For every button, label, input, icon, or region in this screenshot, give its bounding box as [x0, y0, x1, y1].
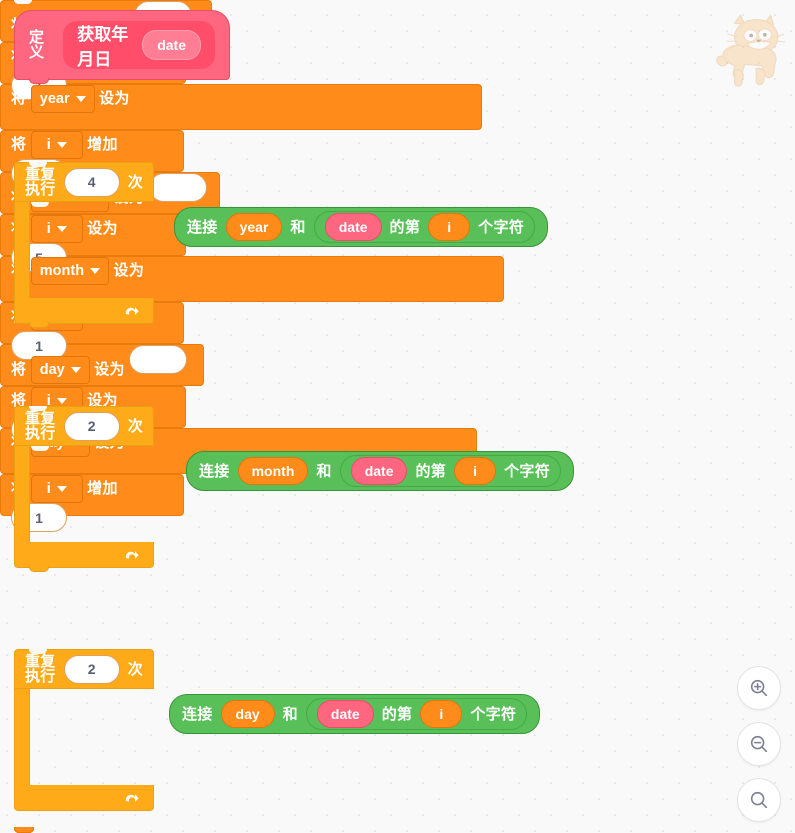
- letter-of-operator-block[interactable]: date 的第 i 个字符: [305, 698, 528, 730]
- procedure-name: 获取年月日: [77, 25, 129, 69]
- join-label: 连接: [187, 218, 218, 236]
- change-prefix-label: 将: [11, 136, 27, 153]
- repeat-footer: [14, 542, 154, 572]
- variable-reporter-i[interactable]: i: [428, 213, 471, 241]
- repeat-suffix-label: 次: [127, 417, 143, 435]
- letter-of-operator-block[interactable]: date 的第 i 个字符: [313, 211, 536, 243]
- repeat-count-input[interactable]: 2: [63, 654, 120, 684]
- variable-dropdown-year[interactable]: year: [30, 85, 95, 113]
- value-input-empty[interactable]: [148, 173, 207, 202]
- variable-reporter-month[interactable]: month: [237, 457, 309, 485]
- letter-of-prefix-label: 的第: [381, 705, 413, 723]
- letter-of-suffix-label: 个字符: [478, 218, 525, 236]
- inner-notch: [31, 689, 49, 694]
- repeat-2-month-block[interactable]: 重复执行 2 次: [14, 406, 154, 572]
- change-by-label: 增加: [87, 136, 118, 153]
- variable-reporter-year[interactable]: year: [225, 213, 283, 241]
- letter-of-prefix-label: 的第: [415, 462, 447, 480]
- repeat-footer: [14, 298, 154, 328]
- value-input-empty[interactable]: [129, 345, 188, 374]
- zoom-controls[interactable]: [737, 666, 781, 822]
- repeat-4-block[interactable]: 重复执行 4 次: [14, 162, 154, 328]
- repeat-footer: [14, 785, 154, 811]
- repeat-suffix-label: 次: [127, 660, 143, 678]
- set-to-label: 设为: [94, 361, 125, 378]
- and-label: 和: [316, 462, 332, 480]
- scratch-cat-watermark: [713, 12, 786, 92]
- chevron-down-icon: [75, 96, 86, 102]
- repeat-prefix-label: 重复执行: [25, 653, 56, 685]
- join-operator-block[interactable]: 连接 month 和 date 的第 i 个字符: [186, 451, 574, 491]
- letter-of-operator-block[interactable]: date 的第 i 个字符: [339, 455, 561, 487]
- set-prefix-label: 将: [11, 361, 27, 378]
- parameter-reporter-date[interactable]: date: [316, 700, 374, 728]
- loop-arrow-icon: [123, 547, 139, 563]
- repeat-count-input[interactable]: 2: [63, 411, 120, 441]
- variable-reporter-day[interactable]: day: [220, 700, 275, 728]
- set-variable-day-block[interactable]: 将 day 设为: [0, 344, 204, 386]
- variable-dropdown-day[interactable]: day: [30, 356, 90, 384]
- variable-reporter-i[interactable]: i: [454, 457, 497, 485]
- set-to-label: 设为: [99, 90, 130, 107]
- repeat-prefix-label: 重复执行: [25, 410, 56, 442]
- inner-notch: [31, 202, 49, 207]
- variable-dropdown-i[interactable]: i: [30, 131, 83, 159]
- and-label: 和: [290, 218, 306, 236]
- set-prefix-label: 将: [11, 90, 27, 107]
- zoom-in-button[interactable]: [737, 666, 781, 710]
- chevron-down-icon: [56, 398, 67, 404]
- procedure-parameter-date[interactable]: date: [142, 30, 201, 60]
- zoom-out-button[interactable]: [737, 722, 781, 766]
- parameter-reporter-date[interactable]: date: [350, 457, 408, 485]
- letter-of-prefix-label: 的第: [389, 218, 421, 236]
- repeat-body-spine: [14, 202, 49, 298]
- repeat-header[interactable]: 重复执行 2 次: [14, 406, 154, 446]
- letter-of-suffix-label: 个字符: [504, 462, 550, 480]
- zoom-reset-button[interactable]: [737, 778, 781, 822]
- loop-arrow-icon: [123, 303, 139, 319]
- set-year-join-block[interactable]: 将 year 设为: [0, 84, 482, 130]
- repeat-suffix-label: 次: [127, 173, 143, 191]
- letter-of-suffix-label: 个字符: [470, 705, 517, 723]
- inner-notch: [31, 446, 49, 451]
- repeat-prefix-label: 重复执行: [25, 166, 56, 198]
- join-label: 连接: [199, 462, 230, 480]
- chevron-down-icon: [56, 142, 67, 148]
- procedure-prototype[interactable]: 获取年月日 date: [63, 21, 215, 69]
- define-keyword: 定义: [29, 29, 45, 61]
- repeat-2-day-block[interactable]: 重复执行 2 次: [14, 649, 154, 811]
- repeat-count-input[interactable]: 4: [63, 167, 120, 197]
- repeat-body-spine: [14, 446, 49, 542]
- join-operator-block[interactable]: 连接 day 和 date 的第 i 个字符: [169, 694, 541, 734]
- repeat-header[interactable]: 重复执行 4 次: [14, 162, 154, 202]
- define-hat-block[interactable]: 定义 获取年月日 date: [14, 10, 230, 84]
- chevron-down-icon: [70, 367, 81, 373]
- parameter-reporter-date[interactable]: date: [324, 213, 382, 241]
- loop-arrow-icon: [123, 790, 139, 806]
- repeat-body-spine: [14, 689, 49, 785]
- variable-reporter-i[interactable]: i: [420, 700, 463, 728]
- join-operator-block[interactable]: 连接 year 和 date 的第 i 个字符: [174, 207, 549, 247]
- join-label: 连接: [182, 705, 213, 723]
- and-label: 和: [282, 705, 298, 723]
- repeat-header[interactable]: 重复执行 2 次: [14, 649, 154, 689]
- block-workspace-canvas[interactable]: 定义 获取年月日 date 将 year 设为 将 i 设为 1 重复执行 4 …: [0, 0, 795, 828]
